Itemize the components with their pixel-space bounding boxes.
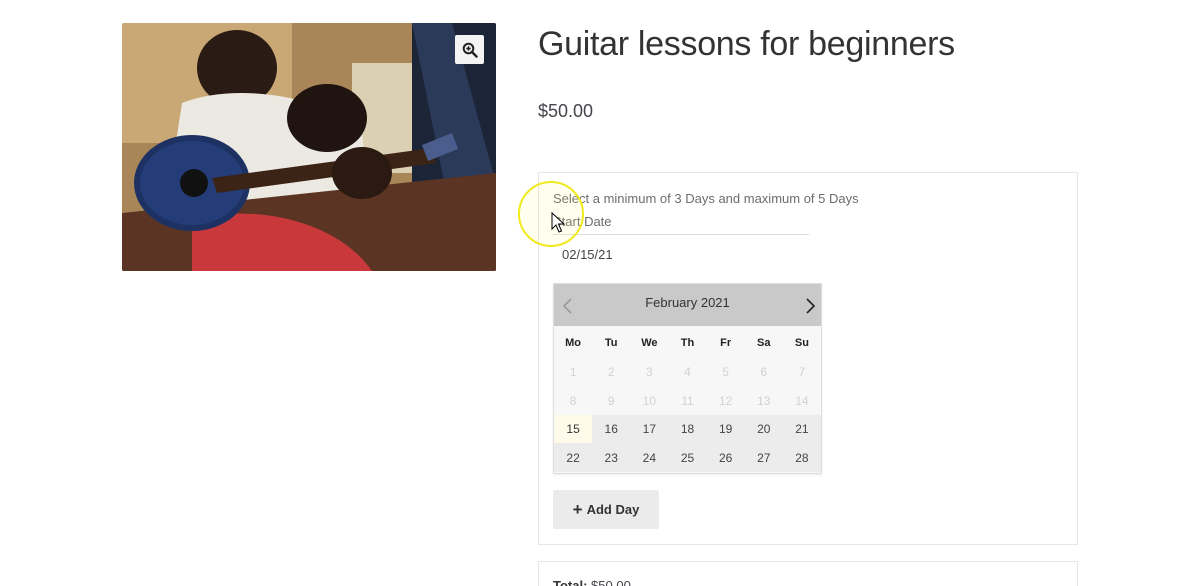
product-photo (122, 23, 496, 271)
weekday-label: Sa (757, 337, 771, 349)
calendar-day-disabled: 14 (795, 393, 809, 408)
zoom-button[interactable] (455, 35, 484, 64)
weekday-label: Su (794, 337, 809, 349)
add-day-button[interactable]: + Add Day (553, 490, 659, 529)
chevron-right-icon (806, 298, 816, 314)
datepicker-grid: Mo Tu We Th Fr Sa Su 1 2 3 4 5 6 7 8 9 1… (554, 328, 821, 472)
calendar-day-disabled: 1 (569, 365, 577, 380)
start-date-input[interactable] (553, 242, 821, 266)
total-label: Total: (553, 578, 588, 586)
calendar-day[interactable]: 28 (783, 444, 821, 472)
calendar-day[interactable]: 23 (592, 444, 630, 472)
week-row: 15 16 17 18 19 20 21 (554, 415, 821, 444)
calendar-day[interactable]: 26 (707, 444, 745, 472)
booking-note: Select a minimum of 3 Days and maximum o… (553, 191, 859, 206)
calendar-day[interactable]: 21 (783, 415, 821, 443)
calendar-day-disabled: 4 (684, 365, 691, 380)
calendar-day[interactable]: 19 (707, 415, 745, 443)
calendar-day[interactable]: 20 (745, 415, 783, 443)
calendar-day-disabled: 10 (642, 393, 657, 408)
calendar-day[interactable]: 17 (630, 415, 668, 443)
calendar-day-disabled: 13 (757, 393, 771, 408)
start-date-label: Start Date (553, 214, 809, 235)
calendar-day-disabled: 3 (646, 365, 653, 380)
calendar-day-disabled: 9 (607, 393, 615, 408)
calendar-day-disabled: 2 (607, 365, 615, 380)
calendar-day-disabled: 12 (718, 393, 733, 408)
add-day-label: Add Day (586, 502, 640, 517)
calendar-day[interactable]: 25 (668, 444, 706, 472)
product-image[interactable] (122, 23, 496, 271)
datepicker: February 2021 Mo Tu We Th Fr Sa Su 1 2 3 (553, 283, 822, 474)
calendar-day-selected[interactable]: 15 (554, 415, 593, 444)
datepicker-header: February 2021 (554, 284, 821, 326)
weekday-label: Tu (604, 337, 618, 349)
calendar-day-disabled: 7 (798, 365, 806, 380)
calendar-day[interactable]: 24 (630, 444, 668, 472)
weekday-row: Mo Tu We Th Fr Sa Su (554, 328, 821, 358)
calendar-day-disabled: 11 (681, 393, 694, 408)
weekday-label: Th (680, 337, 695, 349)
product-title: Guitar lessons for beginners (538, 25, 955, 63)
magnifier-plus-icon (462, 42, 478, 58)
calendar-day-disabled: 5 (722, 365, 729, 380)
calendar-day[interactable]: 16 (592, 415, 630, 443)
product-page: Guitar lessons for beginners $50.00 Sele… (0, 0, 1198, 586)
weekday-label: Mo (565, 337, 582, 349)
calendar-day[interactable]: 18 (668, 415, 706, 443)
calendar-day[interactable]: 22 (554, 444, 592, 472)
total-value: $50.00 (591, 578, 631, 586)
weekday-label: Fr (720, 337, 732, 349)
calendar-day-disabled: 8 (569, 393, 577, 408)
week-row: 8 9 10 11 12 13 14 (554, 387, 821, 416)
weekday-label: We (641, 337, 658, 349)
next-month-button[interactable] (802, 296, 818, 316)
booking-total: Total: $50.00 (553, 578, 631, 586)
calendar-day-disabled: 6 (760, 365, 768, 380)
mouse-pointer-icon (551, 212, 565, 233)
week-row: 1 2 3 4 5 6 7 (554, 358, 821, 387)
week-row: 22 23 24 25 26 27 28 (554, 443, 821, 472)
datepicker-month: February 2021 (645, 295, 730, 310)
plus-icon: + (572, 500, 583, 519)
calendar-day[interactable]: 27 (745, 444, 783, 472)
product-price: $50.00 (538, 101, 594, 121)
